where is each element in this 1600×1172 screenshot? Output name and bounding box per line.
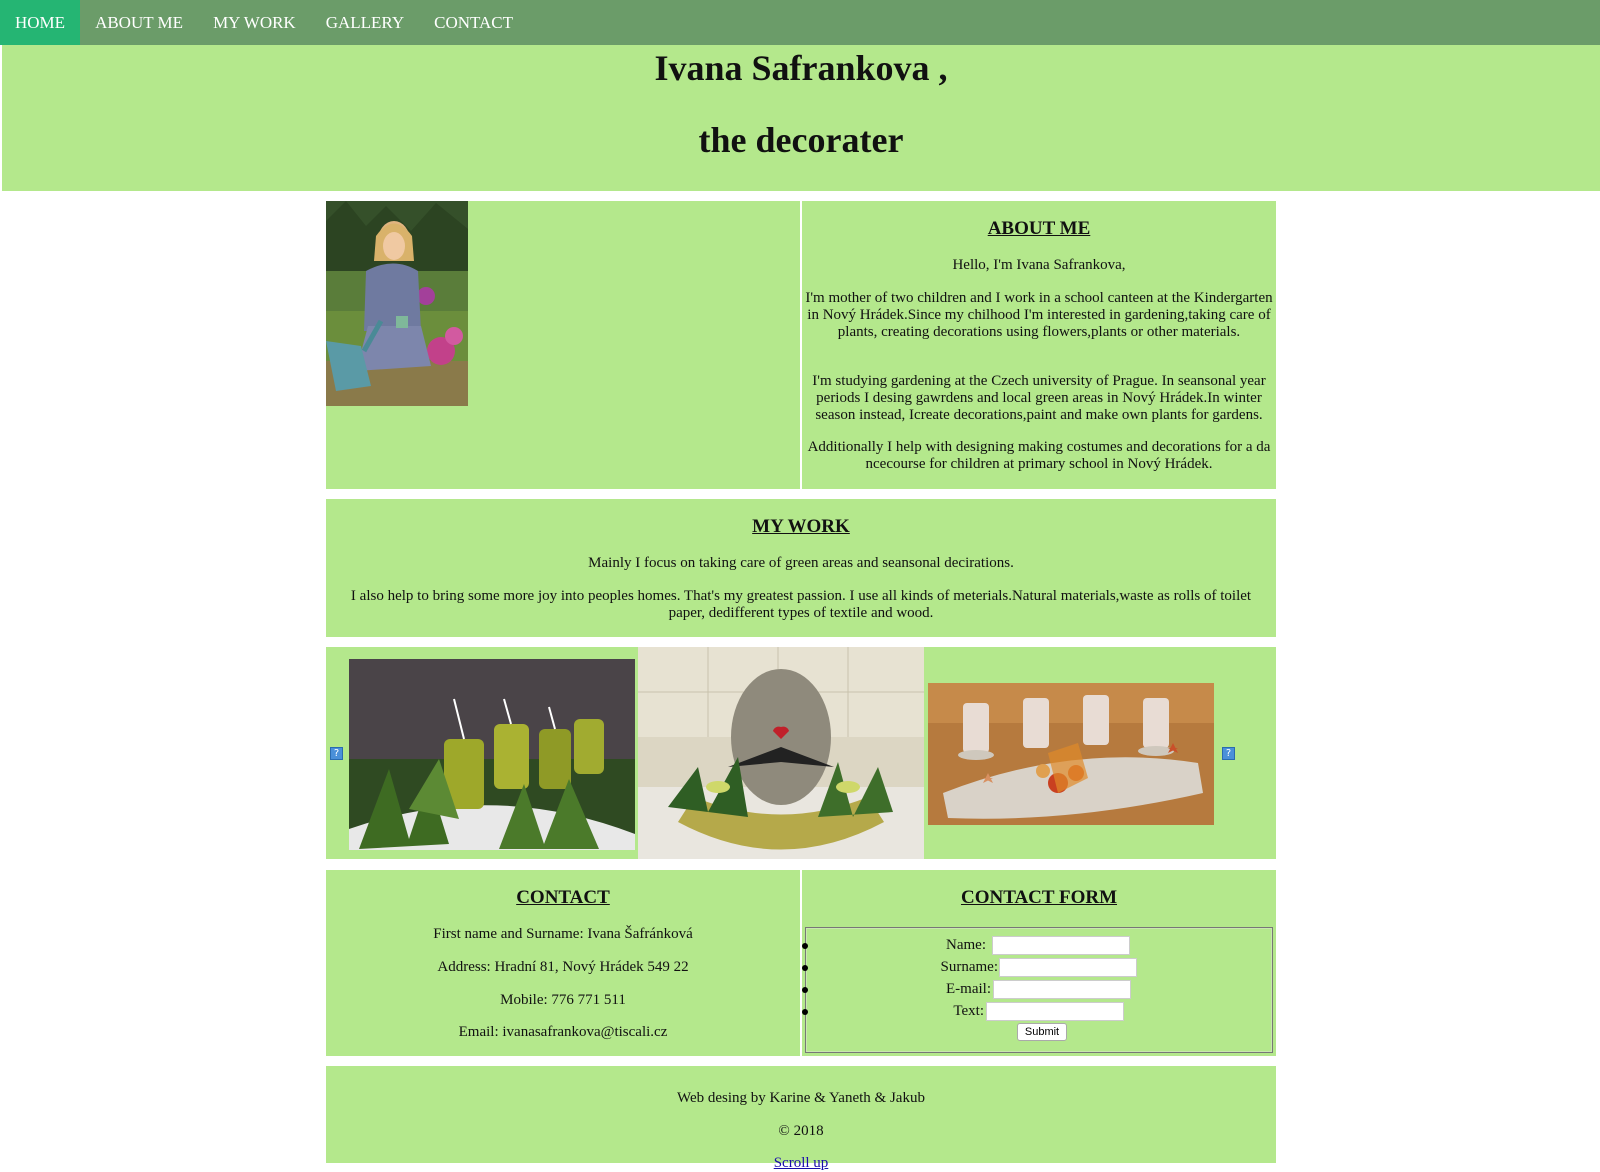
contact-email: Email: ivanasafrankova@tiscali.cz — [458, 1024, 668, 1040]
my-work-heading: MY WORK — [752, 516, 850, 537]
contact-form: Name: Surname: E-mail: Text: Submit — [802, 927, 1274, 1053]
nav-gallery[interactable]: GALLERY — [311, 0, 419, 45]
about-paragraph-costumes: Additionally I help with designing makin… — [807, 439, 1271, 472]
scroll-up-link[interactable]: Scroll up — [774, 1155, 829, 1171]
surname-label: Surname: — [940, 959, 999, 975]
page-header: Ivana Safrankova , the decorater — [2, 45, 1600, 191]
contact-mobile: Mobile: 776 771 511 — [500, 992, 626, 1008]
gallery-image-candles-log[interactable] — [928, 683, 1214, 825]
gallery-image-candles-green[interactable] — [349, 659, 635, 850]
contact-address: Address: Hradní 81, Nový Hrádek 549 22 — [437, 959, 689, 975]
about-me-heading: ABOUT ME — [987, 218, 1091, 239]
my-work-section: MY WORK Mainly I focus on taking care of… — [326, 499, 1276, 637]
profile-photo — [326, 201, 468, 406]
footer-credit: Web desing by Karine & Yaneth & Jakub — [677, 1090, 925, 1106]
list-bullet — [802, 943, 808, 949]
email-label: E-mail: — [946, 981, 991, 997]
form-row-text: Text: — [802, 1001, 1274, 1023]
nav-my-work[interactable]: MY WORK — [198, 0, 311, 45]
contact-section: CONTACT First name and Surname: Ivana Ša… — [326, 870, 800, 1056]
name-input[interactable] — [992, 936, 1130, 955]
about-me-section: ABOUT ME Hello, I'm Ivana Safrankova, I'… — [802, 201, 1276, 489]
gallery-next-icon[interactable]: ? — [1222, 747, 1235, 760]
submit-button[interactable]: Submit — [1017, 1023, 1067, 1041]
footer: Web desing by Karine & Yaneth & Jakub © … — [326, 1066, 1276, 1171]
footer-scroll-wrap: Scroll up — [326, 1155, 1276, 1172]
work-paragraph-passion: I also help to bring some more joy into … — [350, 588, 1252, 621]
work-paragraph-focus: Mainly I focus on taking care of green a… — [588, 555, 1014, 571]
contact-name: First name and Surname: Ivana Šafránková — [433, 926, 693, 942]
gallery-section: ? ? — [326, 647, 1276, 859]
page-title: Ivana Safrankova , — [654, 48, 948, 88]
nav-contact[interactable]: CONTACT — [419, 0, 528, 45]
contact-heading: CONTACT — [516, 887, 610, 908]
list-bullet — [802, 987, 808, 993]
profile-photo-cell — [326, 201, 800, 489]
contact-form-heading: CONTACT FORM — [960, 887, 1118, 908]
nav-home[interactable]: HOME — [0, 0, 81, 45]
contact-form-section: CONTACT FORM Name: Surname: E-mail: Text… — [802, 870, 1276, 1056]
top-navigation: HOME ABOUT ME MY WORK GALLERY CONTACT — [0, 0, 1600, 45]
form-row-surname: Surname: — [802, 957, 1274, 979]
form-row-name: Name: — [802, 935, 1274, 957]
about-greeting: Hello, I'm Ivana Safrankova, — [952, 257, 1126, 273]
surname-input[interactable] — [999, 958, 1137, 977]
form-row-email: E-mail: — [802, 979, 1274, 1001]
page-subtitle: the decorater — [698, 120, 904, 160]
text-input[interactable] — [986, 1002, 1124, 1021]
nav-about-me[interactable]: ABOUT ME — [80, 0, 198, 45]
list-bullet — [802, 965, 808, 971]
gallery-image-egg-basket[interactable] — [638, 647, 924, 859]
about-paragraph-family: I'm mother of two children and I work in… — [805, 290, 1273, 340]
footer-copyright: © 2018 — [778, 1123, 824, 1139]
list-bullet — [802, 1009, 808, 1015]
about-paragraph-studies: I'm studying gardening at the Czech univ… — [812, 373, 1266, 423]
name-label: Name: — [946, 937, 986, 953]
gallery-prev-icon[interactable]: ? — [330, 747, 343, 760]
text-label: Text: — [953, 1003, 984, 1019]
email-input[interactable] — [993, 980, 1131, 999]
